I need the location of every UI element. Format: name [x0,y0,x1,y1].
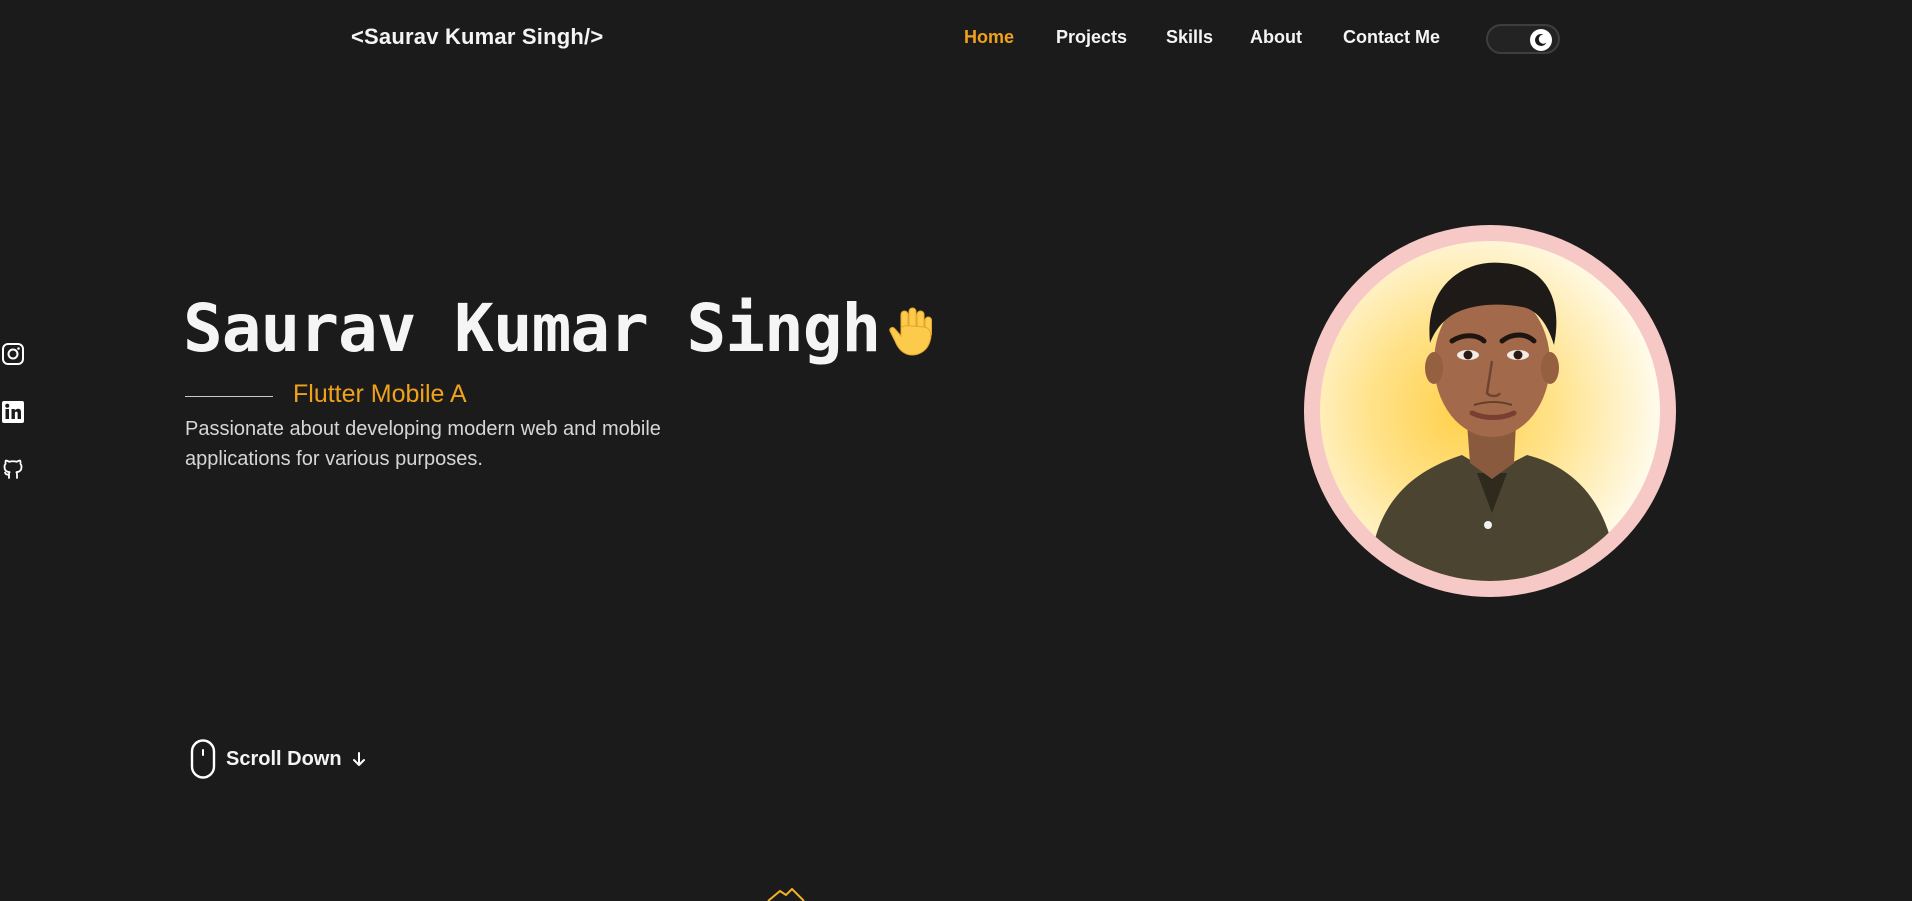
hero-description: Passionate about developing modern web a… [185,418,661,470]
nav-projects[interactable]: Projects [1056,27,1127,48]
scroll-down-label: Scroll Down [226,747,342,770]
arrow-down-icon [352,752,365,766]
hero-name: Saurav Kumar Singh [183,290,881,367]
nav-home[interactable]: Home [964,27,1014,48]
role-divider [185,396,273,397]
nav-contact[interactable]: Contact Me [1343,27,1440,48]
moon-icon [1530,29,1552,51]
decorative-shape [767,888,805,901]
main-nav: Home Projects Skills About Contact Me [0,27,1912,53]
instagram-icon[interactable] [0,341,26,367]
waving-hand-icon [889,307,932,356]
theme-toggle[interactable] [1486,24,1560,54]
github-icon[interactable] [0,456,26,482]
linkedin-icon[interactable] [0,399,26,425]
profile-avatar [1304,225,1676,597]
portfolio-page: <Saurav Kumar Singh/> Home Projects Skil… [0,0,1912,901]
scroll-down-button[interactable]: Scroll Down [190,738,366,780]
nav-skills[interactable]: Skills [1166,27,1213,48]
nav-about[interactable]: About [1250,27,1302,48]
role-text: Flutter Mobile A [293,380,467,408]
mouse-icon [190,739,216,779]
